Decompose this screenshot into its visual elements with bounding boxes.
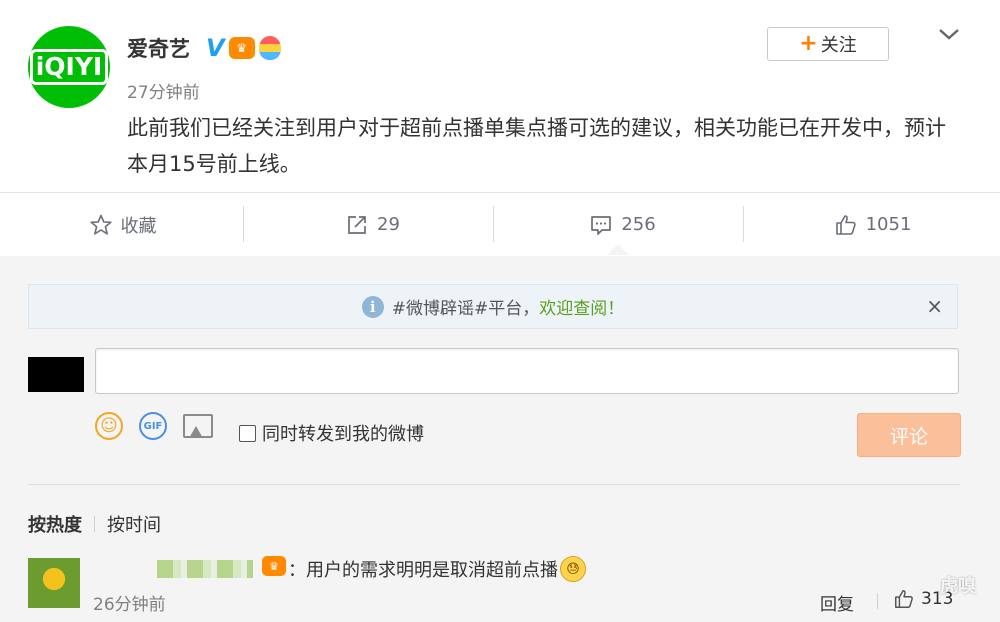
iqiyi-logo: iQIYI (29, 49, 109, 85)
repost-checkbox-label[interactable]: 同时转发到我的微博 (262, 420, 424, 446)
plus-icon: + (799, 31, 818, 56)
sweat-emoji-icon: 😓 (560, 556, 586, 582)
notice-link[interactable]: 欢迎查阅！ (539, 294, 624, 319)
comment-count: 256 (621, 214, 656, 235)
emoji-icon[interactable]: ☺ (95, 412, 123, 440)
comment-time[interactable]: 26分钟前 (93, 590, 166, 615)
favorite-button[interactable]: 收藏 (0, 193, 245, 256)
submit-comment-button[interactable]: 评论 (857, 413, 961, 457)
thumbs-up-icon (895, 590, 913, 608)
section-divider (28, 484, 960, 485)
comment-action-divider (877, 593, 878, 609)
star-icon (89, 214, 112, 235)
sort-by-heat-tab[interactable]: 按热度 (28, 511, 82, 537)
reply-button[interactable]: 回复 (820, 590, 854, 615)
author-avatar[interactable]: iQIYI (28, 26, 110, 108)
commenter-avatar[interactable] (28, 558, 80, 608)
repost-button[interactable]: 29 (250, 193, 495, 256)
comment-text-row: ：用户的需求明明是取消超前点播 😓 (288, 556, 586, 582)
post-card: iQIYI 爱奇艺 V ♛ 27分钟前 此前我们已经关注到用户对于超前点播单集点… (0, 0, 1000, 192)
image-icon[interactable] (183, 414, 213, 438)
sort-by-time-tab[interactable]: 按时间 (107, 511, 161, 537)
close-icon[interactable]: × (926, 293, 943, 319)
comment-caret (607, 244, 629, 255)
action-divider (493, 206, 494, 242)
action-divider (243, 206, 244, 242)
notice-text[interactable]: #微博辟谣#平台， (392, 294, 540, 319)
sort-divider (94, 516, 95, 532)
verified-icon[interactable]: V (206, 34, 225, 62)
info-icon: i (361, 295, 384, 318)
post-time[interactable]: 27分钟前 (127, 78, 200, 103)
comment-text: ：用户的需求明明是取消超前点播 (288, 560, 558, 581)
watermark: 虎嗅 (940, 576, 976, 597)
like-button[interactable]: 1051 (750, 193, 995, 256)
balloon-icon[interactable] (258, 36, 281, 60)
post-content: 此前我们已经关注到用户对于超前点播单集点播可选的建议，相关功能已在开发中，预计本… (127, 116, 946, 176)
member-crown-icon[interactable]: ♛ (262, 556, 286, 576)
repost-checkbox-row[interactable]: 同时转发到我的微博 (239, 420, 424, 446)
favorite-label: 收藏 (120, 215, 157, 237)
author-badges: V ♛ (206, 34, 281, 62)
repost-count: 29 (377, 214, 400, 235)
chevron-down-icon[interactable] (937, 24, 961, 44)
comment-input[interactable] (95, 348, 959, 394)
weibo-post-page: iQIYI 爱奇艺 V ♛ 27分钟前 此前我们已经关注到用户对于超前点播单集点… (0, 0, 1000, 622)
thumbs-up-icon (835, 214, 856, 235)
member-crown-icon[interactable]: ♛ (228, 37, 255, 59)
like-count: 1051 (865, 214, 912, 235)
post-action-bar: 收藏 29 256 1051 (0, 192, 1000, 256)
gif-icon[interactable]: GIF (139, 412, 167, 440)
follow-label: 关注 (820, 35, 857, 56)
comment-icon (591, 215, 612, 235)
rumor-notice-banner: i #微博辟谣#平台， 欢迎查阅！ × (28, 284, 958, 329)
share-icon (348, 215, 366, 234)
follow-button[interactable]: + 关注 (767, 27, 889, 61)
comment-sort-tabs: 按热度 按时间 (28, 511, 161, 537)
action-divider (743, 206, 744, 242)
commenter-name-blurred[interactable] (157, 560, 253, 578)
composer-tools: ☺ GIF (95, 412, 213, 440)
my-avatar[interactable] (28, 357, 84, 392)
repost-checkbox[interactable] (239, 424, 256, 442)
author-name[interactable]: 爱奇艺 (127, 33, 190, 63)
